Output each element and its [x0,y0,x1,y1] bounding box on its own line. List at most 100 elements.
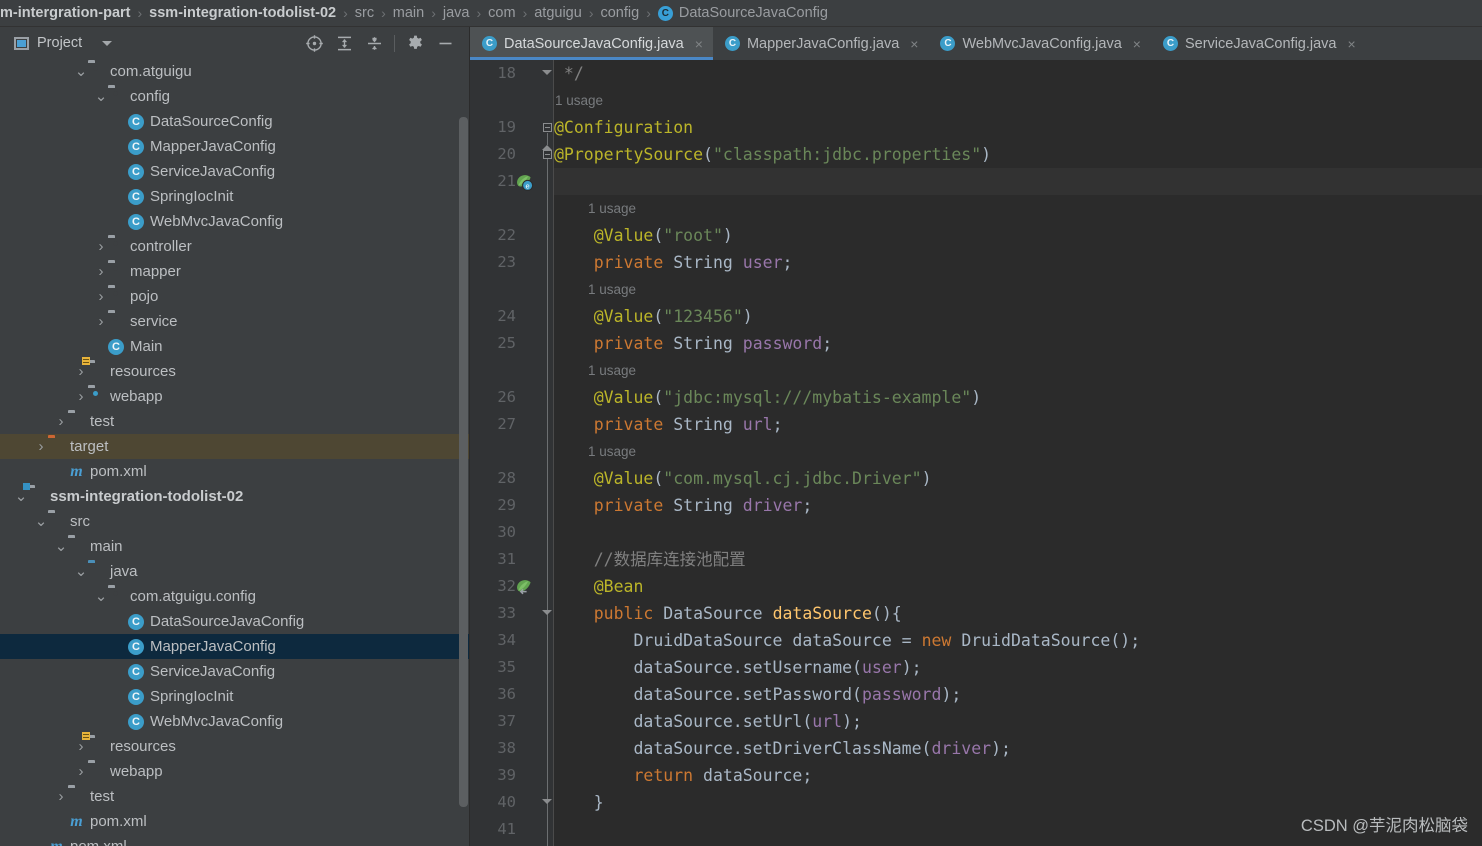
method-fold-start-icon[interactable] [542,610,552,615]
tree-row[interactable]: C WebMvcJavaConfig [0,709,470,734]
chevron-right-icon[interactable]: › [74,763,88,780]
usage-hint[interactable]: 1 usage [555,87,603,114]
code-line[interactable]: @Value("com.mysql.cj.jdbc.Driver") [554,465,932,492]
spring-bean-icon[interactable] [514,577,534,597]
tree-row[interactable]: C SpringIocInit [0,684,470,709]
usage-hint[interactable]: 1 usage [588,195,636,222]
close-icon[interactable]: × [695,37,703,51]
project-panel-title-group[interactable]: Project [0,35,113,51]
code-line[interactable]: private String url; [554,411,783,438]
chevron-right-icon[interactable]: › [54,413,68,430]
method-fold-end-icon[interactable] [542,799,552,804]
editor-tab[interactable]: C ServiceJavaConfig.java × [1151,27,1366,60]
editor-tab[interactable]: C DataSourceJavaConfig.java × [470,27,713,60]
code-line[interactable]: @Value("123456") [554,303,753,330]
chevron-down-icon[interactable]: ⌄ [94,589,108,604]
code-line[interactable]: private String password; [554,330,832,357]
tree-row[interactable]: C ServiceJavaConfig [0,159,470,184]
code-line[interactable]: } [554,789,604,816]
select-opened-file-icon[interactable] [299,28,329,58]
expand-all-icon[interactable] [329,28,359,58]
editor-tab[interactable]: C WebMvcJavaConfig.java × [928,27,1151,60]
code-editor[interactable]: 18 19 20 21 22 23 24 25 26 27 28 29 30 31 32 33 34 35 36 37… [470,60,1482,846]
chevron-down-icon[interactable] [102,40,113,46]
tree-row[interactable]: › target [0,434,470,459]
chevron-down-icon[interactable]: ⌄ [54,539,68,554]
editor-fold-strip[interactable] [540,60,554,846]
code-line[interactable]: @Bean [554,573,644,600]
tree-row[interactable]: C SpringIocInit [0,184,470,209]
tree-row[interactable]: › resources [0,731,470,759]
code-line[interactable]: @PropertySource("classpath:jdbc.properti… [554,141,991,168]
breadcrumb-item[interactable]: C DataSourceJavaConfig [657,5,828,21]
chevron-right-icon[interactable]: › [54,788,68,805]
editor-tab[interactable]: C MapperJavaConfig.java × [713,27,929,60]
chevron-right-icon[interactable]: › [94,288,108,305]
tree-row[interactable]: C MapperJavaConfig [0,634,470,659]
usage-hint[interactable]: 1 usage [588,357,636,384]
tree-row[interactable]: ⌄ java [0,559,470,584]
tree-row[interactable]: C ServiceJavaConfig [0,659,470,684]
tree-row[interactable]: ⌄ config [0,84,470,109]
breadcrumb-item[interactable]: main [393,5,424,21]
tree-row[interactable]: ⌄ com.atguigu.config [0,584,470,609]
tree-row[interactable]: ⌄ com.atguigu [0,59,470,84]
tree-row[interactable]: › service [0,309,470,334]
code-line[interactable]: dataSource.setUsername(user); [554,654,921,681]
usage-hint[interactable]: 1 usage [588,438,636,465]
code-line[interactable]: return dataSource; [554,762,812,789]
close-icon[interactable]: × [1348,37,1356,51]
chevron-right-icon[interactable]: › [74,388,88,405]
chevron-down-icon[interactable]: ⌄ [74,64,88,79]
tree-row[interactable]: C Main [0,334,470,359]
tree-row[interactable]: ⌄ ssm-integration-todolist-02 [0,483,470,509]
chevron-down-icon[interactable]: ⌄ [74,564,88,579]
chevron-down-icon[interactable]: ⌄ [94,89,108,104]
code-line[interactable]: private String driver; [554,492,813,519]
minimize-icon[interactable] [430,28,460,58]
collapse-all-icon[interactable] [359,28,389,58]
breadcrumb-item[interactable]: com [488,5,515,21]
fold-region-toggle-icon[interactable] [543,123,552,132]
chevron-down-icon[interactable]: ⌄ [14,489,28,504]
chevron-right-icon[interactable]: › [94,313,108,330]
close-icon[interactable]: × [1133,37,1141,51]
breadcrumb-item[interactable]: src [355,5,374,21]
tree-row[interactable]: › test [0,409,470,434]
close-icon[interactable]: × [910,37,918,51]
fold-region-end-icon[interactable] [542,70,552,75]
breadcrumb-item[interactable]: m-intergration-part [0,5,131,21]
tree-row[interactable]: m pom.xml [0,809,470,834]
usage-hint[interactable]: 1 usage [588,276,636,303]
chevron-down-icon[interactable]: ⌄ [34,514,48,529]
tree-row[interactable]: › webapp [0,384,470,409]
tree-row[interactable]: ⌄ src [0,509,470,534]
tree-row[interactable]: › resources [0,356,470,384]
code-line[interactable]: public DataSource dataSource(){ [554,600,902,627]
code-line[interactable]: //数据库连接池配置 [554,546,746,573]
chevron-right-icon[interactable]: › [74,738,88,755]
tree-row[interactable]: › pojo [0,284,470,309]
code-line[interactable]: @Configuration [554,114,693,141]
tree-row[interactable]: › test [0,784,470,809]
project-tree[interactable]: ⌄ com.atguigu ⌄ config C DataSourceConfig C Map… [0,59,470,846]
tree-row[interactable]: ⌄ main [0,534,470,559]
chevron-right-icon[interactable]: › [94,238,108,255]
spring-bean-config-icon[interactable]: e [514,172,534,192]
code-line[interactable]: @Value("jdbc:mysql:///mybatis-example") [554,384,981,411]
tree-row[interactable]: C MapperJavaConfig [0,134,470,159]
breadcrumb-item[interactable]: config [600,5,639,21]
chevron-right-icon[interactable]: › [34,438,48,455]
breadcrumb-item[interactable]: java [443,5,470,21]
gear-icon[interactable] [400,28,430,58]
tree-row[interactable]: C DataSourceJavaConfig [0,609,470,634]
tree-row[interactable]: m pom.xml [0,459,470,484]
code-line[interactable]: dataSource.setUrl(url); [554,708,862,735]
tree-row[interactable]: › webapp [0,759,470,784]
chevron-right-icon[interactable]: › [74,363,88,380]
tree-row[interactable]: › mapper [0,259,470,284]
tree-row[interactable]: m pom.xml [0,834,470,846]
tree-row[interactable]: C DataSourceConfig [0,109,470,134]
code-line[interactable]: DruidDataSource dataSource = new DruidDa… [554,627,1140,654]
code-line[interactable]: @Value("root") [554,222,733,249]
